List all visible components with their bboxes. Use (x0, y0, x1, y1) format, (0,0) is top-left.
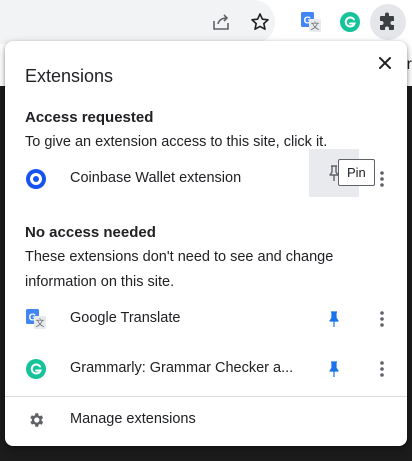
google-translate-icon: G 文 (25, 308, 47, 330)
manage-extensions-label: Manage extensions (70, 411, 196, 427)
svg-text:文: 文 (310, 20, 319, 32)
pin-tooltip: Pin (338, 159, 375, 186)
pinned-icon[interactable] (309, 301, 359, 337)
popup-title: Extensions (25, 66, 114, 86)
more-options-icon[interactable] (367, 301, 397, 337)
extensions-popup: Extensions Access requested To give an e… (5, 41, 407, 446)
no-access-description: These extensions don't need to see and c… (25, 249, 334, 290)
access-requested-title: Access requested (25, 109, 154, 126)
extensions-puzzle-icon[interactable] (370, 4, 406, 40)
google-translate-icon[interactable]: G 文 (293, 4, 329, 40)
extension-row-google-translate[interactable]: G 文 Google Translate (5, 301, 407, 337)
grammarly-icon (25, 358, 47, 380)
no-access-title: No access needed (25, 224, 156, 241)
more-options-icon[interactable] (367, 351, 397, 387)
divider (5, 396, 407, 397)
svg-text:文: 文 (35, 317, 44, 329)
extension-row-grammarly[interactable]: Grammarly: Grammar Checker a... (5, 351, 407, 387)
gear-icon (27, 411, 45, 434)
close-icon[interactable] (373, 51, 397, 75)
share-icon[interactable] (203, 4, 239, 40)
extension-name: Google Translate (70, 310, 181, 326)
manage-extensions-button[interactable]: Manage extensions (5, 403, 407, 439)
extension-name: Coinbase Wallet extension (70, 170, 242, 186)
bookmark-star-icon[interactable] (242, 4, 278, 40)
grammarly-icon[interactable] (332, 4, 368, 40)
extension-name: Grammarly: Grammar Checker a... (70, 360, 294, 376)
coinbase-wallet-icon (25, 168, 47, 190)
page-edge-text: r (406, 56, 412, 73)
pinned-icon[interactable] (309, 351, 359, 387)
